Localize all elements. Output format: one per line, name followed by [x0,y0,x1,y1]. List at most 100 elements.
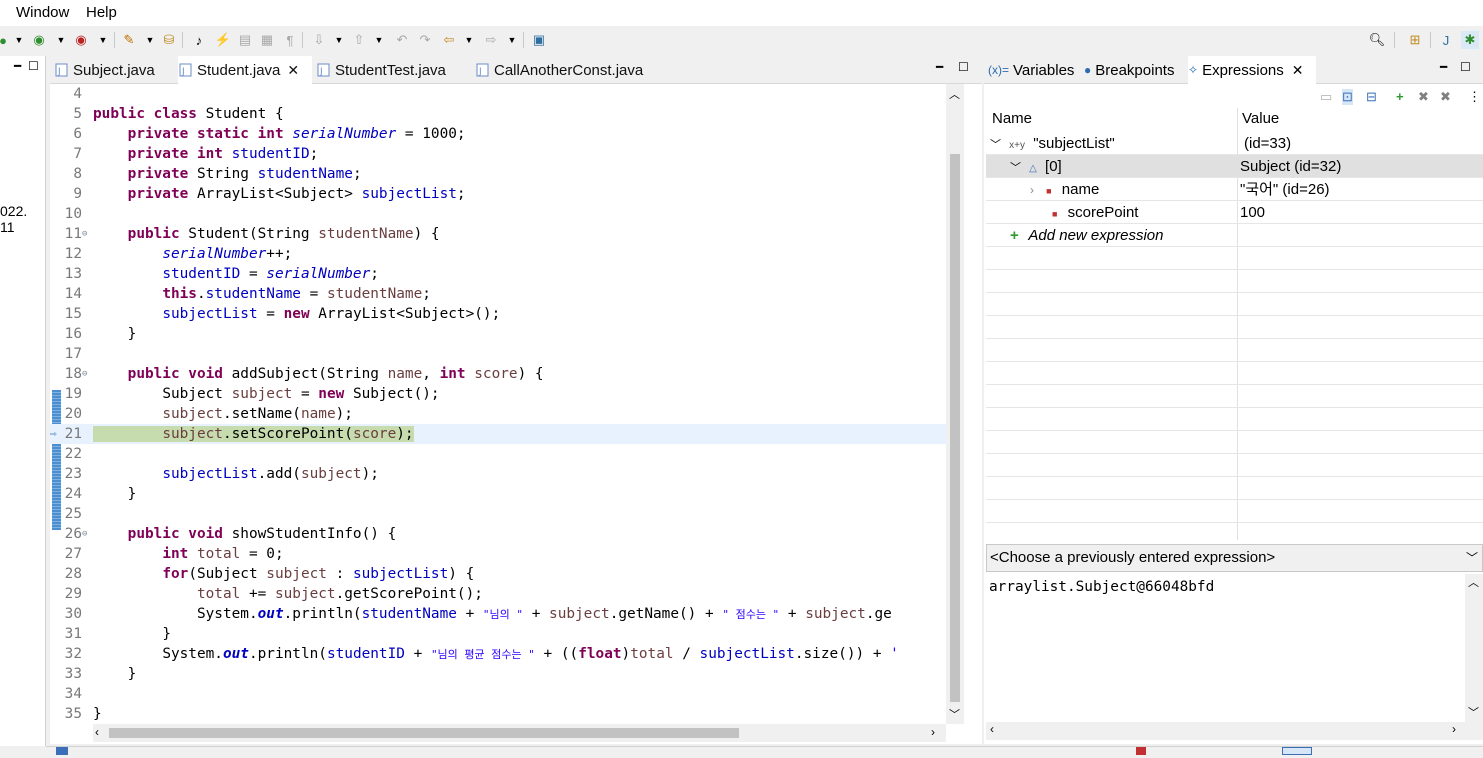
view-toggle-icon[interactable] [1282,747,1312,755]
scroll-left-icon[interactable]: ‹ [95,725,99,739]
editor-vertical-scrollbar[interactable]: ︿ ﹀ [946,84,964,724]
external-tools-dropdown-icon[interactable]: ▼ [94,31,112,49]
scroll-thumb[interactable] [109,728,739,738]
expression-row[interactable]: ﹀ x+y "subjectList" (id=33) [986,132,1483,155]
scroll-right-icon[interactable]: › [1452,722,1456,736]
scroll-up-icon[interactable]: ︿ [1468,574,1479,590]
maximize-icon[interactable]: ☐ [1460,60,1471,74]
run-dropdown-icon[interactable]: ▼ [10,31,28,49]
toggle-block-selection-icon[interactable]: ▤ [236,31,254,49]
code-line: 30 System.out.println(studentName + "님의 … [64,606,892,622]
next-annotation-dropdown-icon[interactable]: ▼ [330,31,348,49]
chevron-down-icon[interactable]: ﹀ [1010,162,1021,174]
tab-callanotherconst-java[interactable]: J CallAnotherConst.java [475,56,665,84]
scroll-down-icon[interactable]: ﹀ [949,706,960,722]
code-line: 29 total += subject.getScorePoint(); [64,586,483,602]
tab-breakpoints[interactable]: ● Breakpoints [1084,56,1184,84]
editor-horizontal-scrollbar[interactable]: ‹ › [93,724,946,742]
coverage-dropdown-icon[interactable]: ▼ [52,31,70,49]
column-header-name[interactable]: Name [992,108,1032,130]
tab-subject-java[interactable]: J Subject.java [54,56,176,84]
code-line: 35} [64,706,102,722]
menu-help[interactable]: Help [86,4,117,21]
previous-annotation-icon[interactable]: ⇧ [350,31,368,49]
close-icon[interactable]: ✕ [287,62,299,79]
remove-all-expressions-icon[interactable]: ✖ [1440,89,1451,105]
scroll-thumb[interactable] [950,154,960,702]
minimize-icon[interactable]: ━ [1440,60,1447,74]
field-value: "국어" (id=26) [1240,181,1330,198]
expression-row[interactable]: › ■ name "국어" (id=26) [986,178,1483,201]
remove-expression-icon[interactable]: ✖ [1418,89,1429,105]
minimize-icon[interactable]: ━ [14,59,21,73]
expression-row-selected[interactable]: ﹀ △ [0] Subject (id=32) [986,155,1483,178]
code-line: 31 } [64,626,171,642]
expression-detail-pane[interactable]: arraylist.Subject@66048bfd [986,574,1465,722]
previous-annotation-dropdown-icon[interactable]: ▼ [370,31,388,49]
minimize-icon[interactable]: ━ [936,60,943,74]
add-expression-row[interactable]: + Add new expression [986,224,1483,247]
scroll-down-icon[interactable]: ﹀ [1468,704,1479,720]
toggle-breadcrumb-icon[interactable]: ⚡ [214,31,232,49]
new-dropdown-icon[interactable]: ▼ [141,31,159,49]
toolbar-separator [114,32,115,48]
tab-variables[interactable]: (x)= Variables [988,56,1076,84]
fold-icon[interactable]: ⊖ [82,364,87,384]
code-line: 13 studentID = serialNumber; [64,266,379,282]
tab-expressions[interactable]: ✧ Expressions ✕ [1188,56,1316,84]
forward-dropdown-icon[interactable]: ▼ [503,31,521,49]
back-dropdown-icon[interactable]: ▼ [460,31,478,49]
tab-studenttest-java[interactable]: J StudentTest.java [316,56,476,84]
empty-row [986,270,1483,293]
search-icon[interactable]: 🔍︎ [1368,31,1386,49]
expression-row[interactable]: ■ scorePoint 100 [986,201,1483,224]
tab-student-java[interactable]: J Student.java ✕ [178,56,312,84]
scroll-right-icon[interactable]: › [931,725,935,739]
fold-icon[interactable]: ⊖ [82,524,87,544]
show-whitespace-icon[interactable]: ▦ [258,31,276,49]
previous-expression-combo[interactable]: <Choose a previously entered expression>… [986,544,1483,572]
forward-icon[interactable]: ⇨ [482,31,500,49]
detail-vertical-scrollbar[interactable]: ︿ ﹀ [1465,574,1483,722]
open-type-icon[interactable]: ⛁ [160,31,178,49]
column-header-value[interactable]: Value [1242,108,1279,130]
console-icon[interactable] [56,747,68,755]
detail-horizontal-scrollbar[interactable]: ‹ › [986,722,1483,740]
close-icon[interactable]: ✕ [1292,62,1304,79]
forward-edit-icon[interactable]: ↷ [416,31,434,49]
last-edit-location-icon[interactable]: ↶ [393,31,411,49]
code-area[interactable]: 4 5 public class Student { 6 private stat… [50,84,946,724]
menu-window[interactable]: Window [16,4,69,21]
element-name: [0] [1045,158,1062,175]
external-tools-icon[interactable]: ◉ [72,31,90,49]
maximize-icon[interactable]: ☐ [28,59,39,73]
terminate-icon[interactable] [1136,747,1146,755]
toolbar-separator [302,32,303,48]
coverage-icon[interactable]: ◉ [30,31,48,49]
chevron-down-icon[interactable]: ﹀ [990,139,1001,151]
back-icon[interactable]: ⇦ [440,31,458,49]
java-perspective-icon[interactable]: J [1437,31,1455,49]
code-line: 10 [64,206,82,222]
chevron-right-icon[interactable]: › [1030,183,1034,197]
toggle-mark-occurrences-icon[interactable]: ♪ [190,31,208,49]
show-logical-structure-icon[interactable]: ⊡ [1342,89,1353,105]
next-annotation-icon[interactable]: ⇩ [310,31,328,49]
view-menu-icon[interactable]: ⋮ [1468,89,1481,105]
add-expression-icon[interactable]: + [1396,89,1404,104]
debug-perspective-icon[interactable]: ✱ [1461,31,1479,49]
scroll-left-icon[interactable]: ‹ [990,722,994,736]
scroll-up-icon[interactable]: ︿ [949,86,960,102]
pilcrow-icon[interactable]: ¶ [281,31,299,49]
collapse-all-icon[interactable]: ⊟ [1366,89,1377,105]
open-perspective-icon[interactable]: ⊞ [1406,31,1424,49]
new-java-package-icon[interactable]: ✎ [120,31,138,49]
fold-icon[interactable]: ⊖ [82,224,87,244]
chevron-down-icon[interactable]: ﹀ [1466,545,1478,571]
empty-row [986,477,1483,500]
field-name: name [1061,181,1100,198]
toolbar-separator [523,32,524,48]
show-type-names-icon[interactable]: ▭ [1320,89,1332,105]
maximize-icon[interactable]: ☐ [958,60,969,74]
pin-editor-icon[interactable]: ▣ [530,31,548,49]
